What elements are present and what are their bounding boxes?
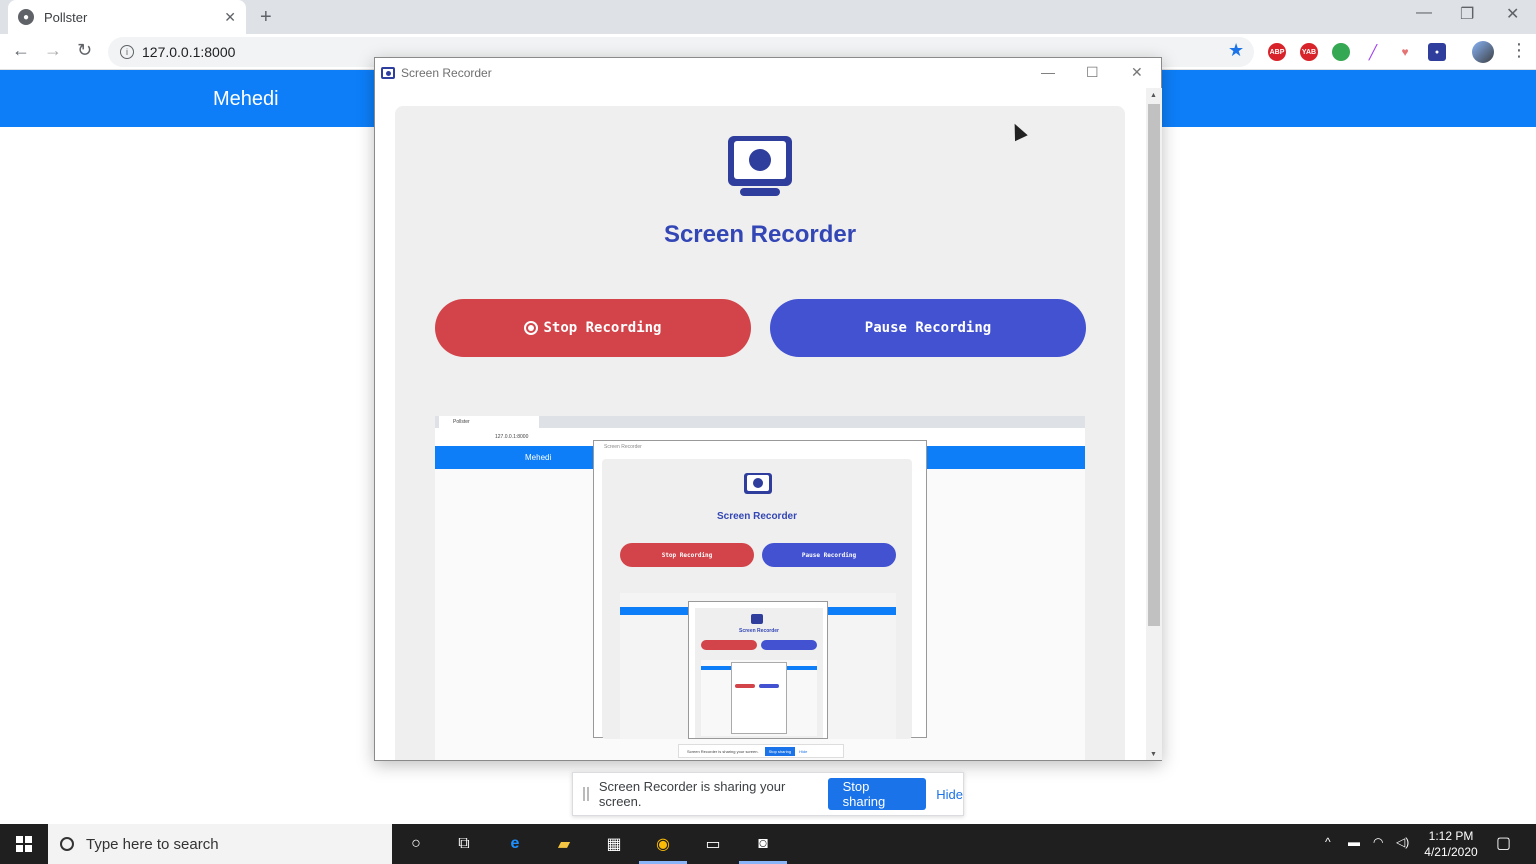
- reload-button[interactable]: ↻: [77, 40, 92, 61]
- taskbar-search-box[interactable]: Type here to search: [48, 824, 392, 864]
- pen-extension-icon[interactable]: ╱: [1364, 43, 1382, 61]
- action-center-icon[interactable]: ▢: [1496, 833, 1511, 853]
- yab-extension-icon[interactable]: YAB: [1300, 43, 1318, 61]
- preview-card: Screen Recorder Stop Recording Pause Rec…: [602, 459, 912, 739]
- pause-recording-button[interactable]: Pause Recording: [770, 299, 1086, 357]
- info-icon[interactable]: i: [120, 45, 134, 59]
- preview-popup-window: Screen Recorder Screen Recorder Stop Rec…: [593, 440, 927, 739]
- popup-close-button[interactable]: ✕: [1131, 64, 1143, 81]
- stop-recording-button[interactable]: Stop Recording: [435, 299, 751, 357]
- globe-icon: ●: [18, 9, 34, 25]
- popup-scrollbar[interactable]: ▲ ▼: [1146, 88, 1162, 760]
- profile-avatar[interactable]: [1472, 41, 1494, 63]
- stop-recording-label: Stop Recording: [543, 320, 662, 336]
- cortana-icon[interactable]: ○: [404, 832, 428, 856]
- drag-grip-icon[interactable]: [583, 787, 589, 801]
- windows-logo-icon: [16, 836, 32, 852]
- new-tab-button[interactable]: +: [260, 6, 272, 29]
- screen-recorder-window: Screen Recorder — ☐ ✕ Screen Recorder St…: [374, 57, 1162, 761]
- windows-taskbar: Type here to search ○ ⧉ e ▰ ▦ ◉ ▭ ◙ ^ ▬ …: [0, 824, 1536, 864]
- browser-tab-strip: ● Pollster ✕ + — ❐ ✕: [0, 0, 1536, 34]
- stop-sharing-button[interactable]: Stop sharing: [827, 778, 927, 810]
- preview-popup-title: Screen Recorder: [604, 444, 642, 450]
- taskbar-search-placeholder: Type here to search: [86, 835, 219, 853]
- popup-minimize-button[interactable]: —: [1041, 64, 1055, 80]
- scroll-thumb[interactable]: [1148, 104, 1160, 626]
- monitor-logo-icon: [728, 136, 792, 198]
- hide-sharing-bar-button[interactable]: Hide: [936, 787, 963, 802]
- preview-pause-button: Pause Recording: [762, 543, 896, 567]
- taskbar-clock[interactable]: 1:12 PM 4/21/2020: [1416, 828, 1486, 860]
- battery-icon[interactable]: ▬: [1348, 835, 1360, 849]
- nested-app-title: Screen Recorder: [738, 628, 780, 634]
- minimize-window-button[interactable]: —: [1416, 4, 1432, 22]
- task-view-icon[interactable]: ⧉: [452, 832, 476, 856]
- browser-tab[interactable]: ● Pollster ✕: [8, 0, 246, 34]
- preview-share-bar: Screen Recorder is sharing your screen. …: [678, 744, 844, 758]
- preview-monitor-icon: [744, 473, 772, 499]
- search-icon: [60, 837, 74, 851]
- extension-icon[interactable]: [1332, 43, 1350, 61]
- site-brand-link[interactable]: Mehedi: [213, 88, 279, 111]
- start-button[interactable]: [0, 824, 48, 864]
- sharing-status-text: Screen Recorder is sharing your screen.: [598, 779, 786, 809]
- screen-sharing-bar: Screen Recorder is sharing your screen. …: [572, 772, 964, 816]
- popup-content: Screen Recorder Stop Recording Pause Rec…: [375, 88, 1145, 760]
- record-icon: [524, 321, 539, 335]
- clock-time: 1:12 PM: [1428, 829, 1474, 843]
- back-button[interactable]: ←: [12, 40, 30, 61]
- screen-recorder-taskbar-icon[interactable]: ◙: [751, 832, 775, 856]
- recording-preview: Pollster 127.0.0.1:8000 Mehedi Screen Re…: [435, 416, 1085, 760]
- tab-title: Pollster: [44, 9, 88, 25]
- screen-recorder-app-icon: [381, 67, 395, 79]
- show-hidden-icons-chevron-icon[interactable]: ^: [1325, 835, 1331, 849]
- popup-title-bar: Screen Recorder — ☐ ✕: [375, 58, 1161, 88]
- scroll-up-arrow-icon[interactable]: ▲: [1150, 92, 1157, 99]
- preview-tab: Pollster: [439, 416, 539, 428]
- clock-date: 4/21/2020: [1424, 845, 1478, 859]
- browser-menu-icon[interactable]: ⋮: [1510, 40, 1528, 61]
- forward-button[interactable]: →: [44, 40, 62, 61]
- bookmark-star-icon[interactable]: ★: [1228, 40, 1244, 61]
- preview-app-title: Screen Recorder: [716, 511, 798, 522]
- volume-icon[interactable]: ◁): [1396, 835, 1409, 849]
- popup-window-title: Screen Recorder: [401, 66, 492, 80]
- file-explorer-icon[interactable]: ▰: [552, 832, 576, 856]
- preview-brand: Mehedi: [525, 453, 552, 462]
- wifi-icon[interactable]: ◠: [1373, 835, 1383, 849]
- close-tab-icon[interactable]: ✕: [224, 9, 236, 26]
- recorder-card: Screen Recorder Stop Recording Pause Rec…: [395, 106, 1125, 760]
- preview-hide: Hide: [799, 748, 808, 754]
- terminal-icon[interactable]: ▭: [701, 832, 725, 856]
- chrome-icon[interactable]: ◉: [651, 832, 675, 856]
- popup-maximize-button[interactable]: ☐: [1086, 64, 1099, 81]
- adblock-extension-icon[interactable]: ABP: [1268, 43, 1286, 61]
- pocket-extension-icon[interactable]: ♥: [1396, 43, 1414, 61]
- preview-nested-capture: Screen Recorder: [620, 593, 896, 739]
- preview-stop-button: Stop Recording: [620, 543, 754, 567]
- store-icon[interactable]: ▦: [602, 832, 626, 856]
- app-title: Screen Recorder: [663, 221, 857, 248]
- url-text: 127.0.0.1:8000: [142, 44, 236, 60]
- scroll-down-arrow-icon[interactable]: ▼: [1150, 751, 1157, 758]
- preview-stop-sharing: Stop sharing: [764, 746, 796, 756]
- preview-share-text: Screen Recorder is sharing your screen.: [687, 748, 759, 754]
- edge-icon[interactable]: e: [503, 832, 527, 856]
- pause-recording-label: Pause Recording: [864, 320, 992, 336]
- restore-window-button[interactable]: ❐: [1460, 4, 1474, 24]
- preview-tab-strip: Pollster: [435, 416, 1085, 428]
- close-window-button[interactable]: ✕: [1506, 4, 1519, 24]
- screen-recorder-extension-icon[interactable]: ●: [1428, 43, 1446, 61]
